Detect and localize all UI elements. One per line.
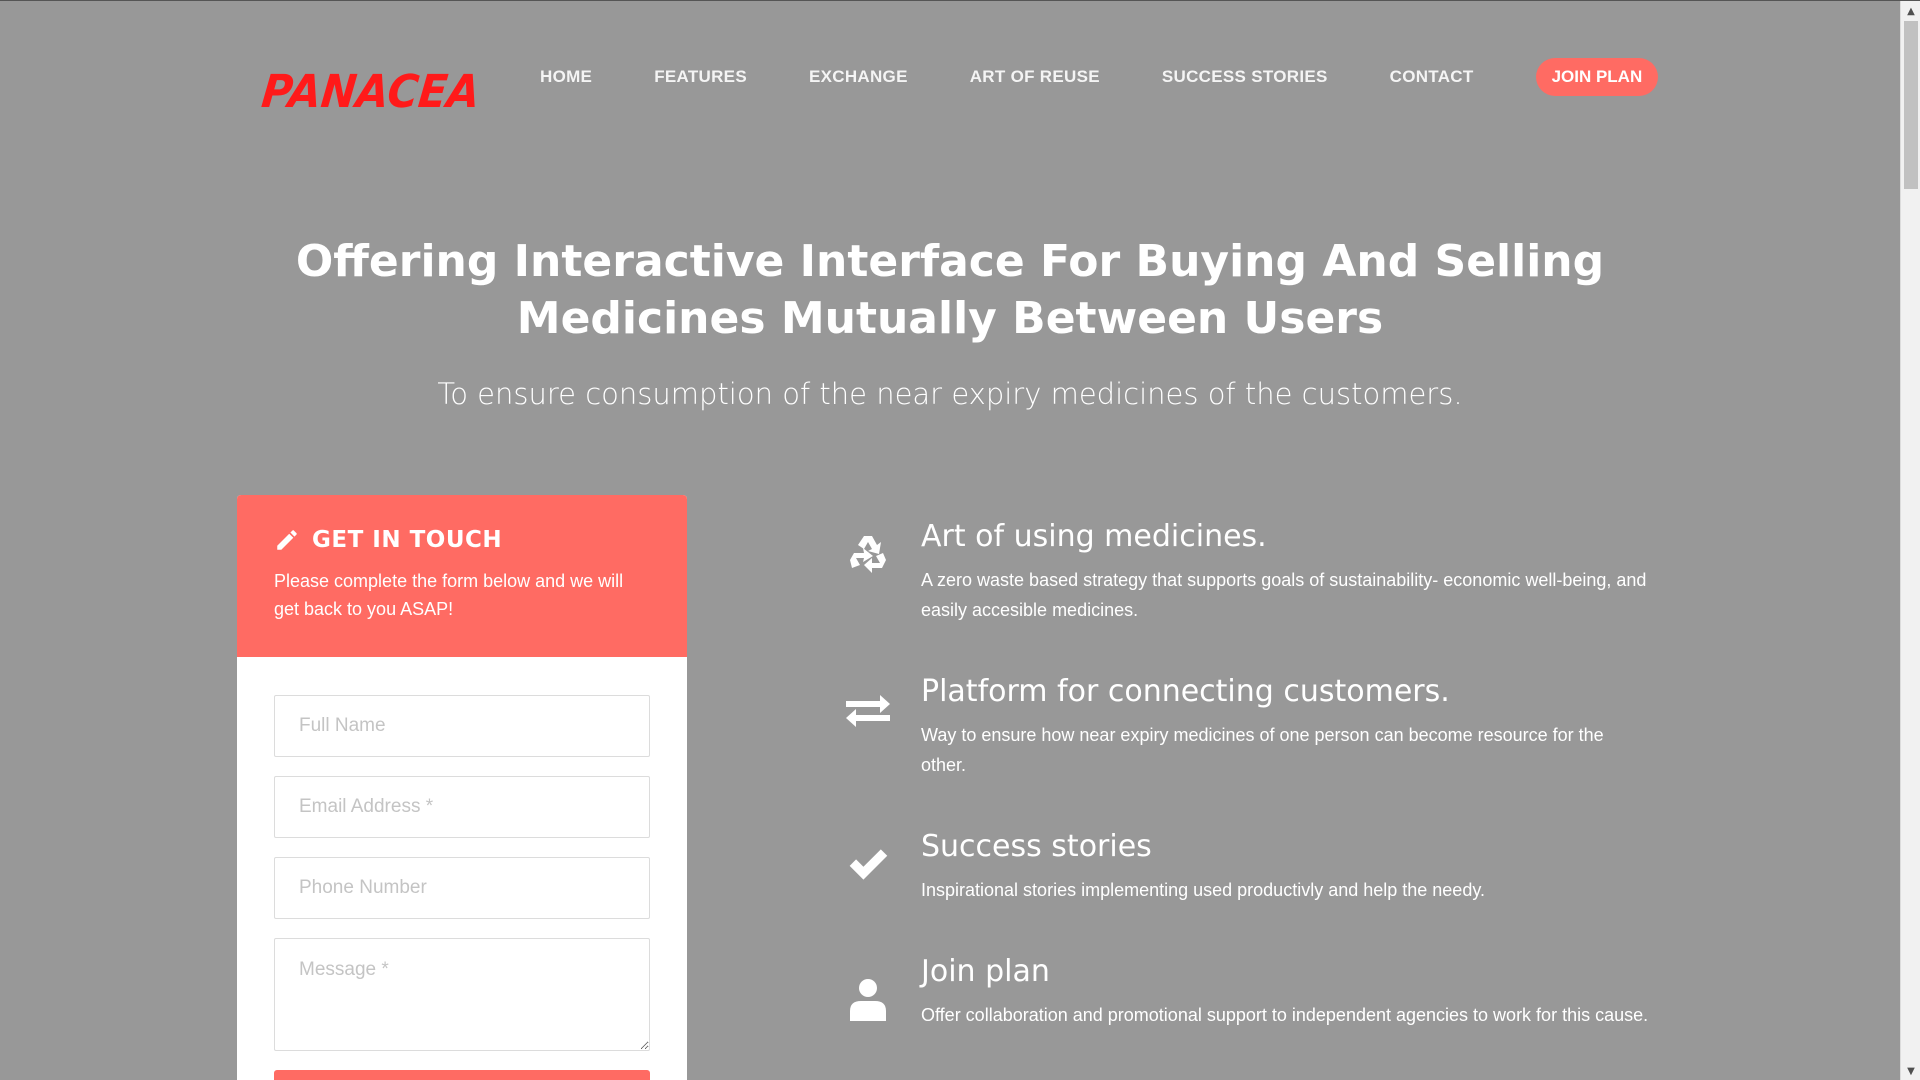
phone-input[interactable] <box>274 857 650 919</box>
feature-title: Join plan <box>921 954 1050 989</box>
hero-title: Offering Interactive Interface For Buyin… <box>0 233 1900 347</box>
feature-title: Platform for connecting customers. <box>921 674 1450 709</box>
join-plan-button[interactable]: JOIN PLAN <box>1535 58 1659 96</box>
hero-subtitle: To ensure consumption of the near expiry… <box>437 377 1463 411</box>
scroll-down-icon[interactable]: ▼ <box>1901 1061 1920 1080</box>
vertical-scrollbar[interactable]: ▲ ▼ <box>1900 1 1920 1080</box>
feature-description: Offer collaboration and promotional supp… <box>921 1005 1649 1025</box>
contact-form-body <box>237 657 687 1080</box>
hero-title-line-1: Offering Interactive Interface For Buyin… <box>295 236 1605 287</box>
feature-description: Way to ensure how near expiry medicines … <box>921 725 1604 775</box>
feature-title: Success stories <box>921 829 1152 864</box>
full-name-input[interactable] <box>274 695 650 757</box>
message-textarea[interactable] <box>274 938 650 1051</box>
feature-description: A zero waste based strategy that support… <box>921 570 1647 620</box>
nav-art-of-reuse[interactable]: ART OF REUSE <box>970 67 1100 87</box>
nav-exchange[interactable]: EXCHANGE <box>809 67 908 87</box>
contact-form-title: GET IN TOUCH <box>274 527 650 553</box>
recycle-icon <box>843 529 893 579</box>
scroll-up-icon[interactable]: ▲ <box>1901 1 1920 21</box>
scroll-thumb[interactable] <box>1904 21 1918 189</box>
pencil-icon <box>277 530 297 550</box>
page: PANACEA HOME FEATURES EXCHANGE ART OF RE… <box>0 0 1920 1080</box>
exchange-icon <box>843 684 893 734</box>
nav-success-stories[interactable]: SUCCESS STORIES <box>1162 67 1328 87</box>
logo[interactable]: PANACEA <box>259 65 482 118</box>
nav-home[interactable]: HOME <box>540 67 592 87</box>
contact-form-title-text: GET IN TOUCH <box>312 527 503 553</box>
check-icon <box>843 839 893 889</box>
contact-form-description: Please complete the form below and we wi… <box>274 571 624 619</box>
email-input[interactable] <box>274 776 650 838</box>
contact-form-header: GET IN TOUCH Please complete the form be… <box>237 495 687 657</box>
nav-contact[interactable]: CONTACT <box>1390 67 1474 87</box>
main-nav: HOME FEATURES EXCHANGE ART OF REUSE SUCC… <box>540 57 1659 97</box>
hero-title-line-2: Medicines Mutually Between Users <box>516 293 1384 344</box>
feature-description: Inspirational stories implementing used … <box>921 880 1485 900</box>
feature-title: Art of using medicines. <box>921 519 1267 554</box>
submit-button[interactable] <box>274 1070 650 1080</box>
user-icon <box>843 974 893 1024</box>
nav-features[interactable]: FEATURES <box>654 67 747 87</box>
contact-form-card: GET IN TOUCH Please complete the form be… <box>237 495 687 1080</box>
